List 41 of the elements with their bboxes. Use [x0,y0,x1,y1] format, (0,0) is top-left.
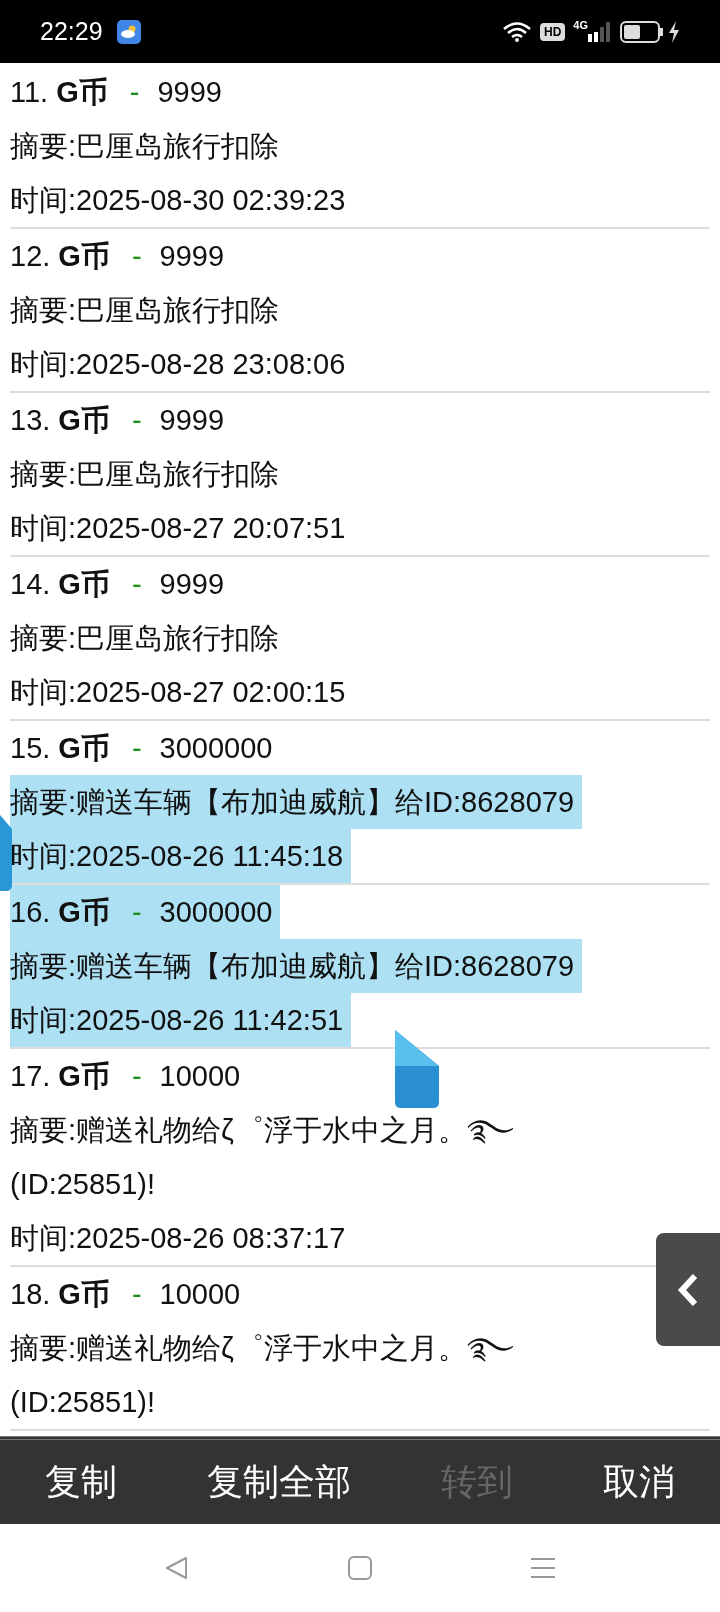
record-title: 12. G币 - 9999 [10,239,226,274]
record-summary: 摘要:赠送礼物给ζ゜浮于水中之月。࿐ (ID:25851)! [10,1113,515,1202]
selection-start-handle[interactable] [0,815,12,891]
record-time: 时间:2025-08-28 23:08:06 [10,347,347,382]
record-time: 时间:2025-08-26 08:37:17 [10,1221,347,1256]
clock-time: 22:29 [40,15,103,47]
record-summary: 摘要:赠送车辆【布加迪威航】给ID:8628079 [10,775,582,829]
action-button[interactable]: 复制全部 [199,1455,359,1509]
record-summary: 摘要:赠送礼物给ζ゜浮于水中之月。࿐ (ID:25851)! [10,1331,515,1420]
action-button[interactable]: 取消 [595,1455,683,1509]
record-title: 14. G币 - 9999 [10,567,226,602]
record-time: 时间:2025-08-26 11:42:51 [10,993,352,1047]
record-summary: 摘要:赠送车辆【布加迪威航】给ID:8628079 [10,939,582,993]
record-title: 16. G币 - 3000000 [10,885,281,939]
record-time: 时间:2025-08-26 11:45:18 [10,829,352,883]
record-summary: 摘要:巴厘岛旅行扣除 [10,129,281,164]
network-type: 4G [573,20,588,31]
record-time: 时间:2025-08-30 02:39:23 [10,183,347,218]
chevron-left-icon [677,1272,699,1307]
record-title: 17. G币 - 10000 [10,1059,242,1094]
back-icon[interactable] [164,1555,190,1581]
record-title: 13. G币 - 9999 [10,403,226,438]
record-title: 11. G币 - 9999 [10,75,223,110]
menu-icon[interactable] [530,1557,556,1579]
weather-app-icon [116,19,141,44]
home-icon[interactable] [348,1556,372,1580]
record-summary: 摘要:巴厘岛旅行扣除 [10,457,281,492]
record-title: 18. G币 - 10000 [10,1277,242,1312]
charging-icon [668,20,680,43]
selection-end-handle[interactable] [395,1030,439,1108]
battery-icon [620,20,664,43]
record-title: 15. G币 - 3000000 [10,731,274,766]
signal-icon [588,21,610,42]
record-time: 时间:2025-08-27 02:00:15 [10,675,347,710]
side-panel-tab[interactable] [656,1233,720,1346]
action-button[interactable]: 复制 [37,1455,125,1509]
record-summary: 摘要:巴厘岛旅行扣除 [10,621,281,656]
hd-badge: HD [539,22,566,41]
record-time: 时间:2025-08-27 20:07:51 [10,511,347,546]
record-summary: 摘要:巴厘岛旅行扣除 [10,293,281,328]
wifi-icon [501,20,532,43]
